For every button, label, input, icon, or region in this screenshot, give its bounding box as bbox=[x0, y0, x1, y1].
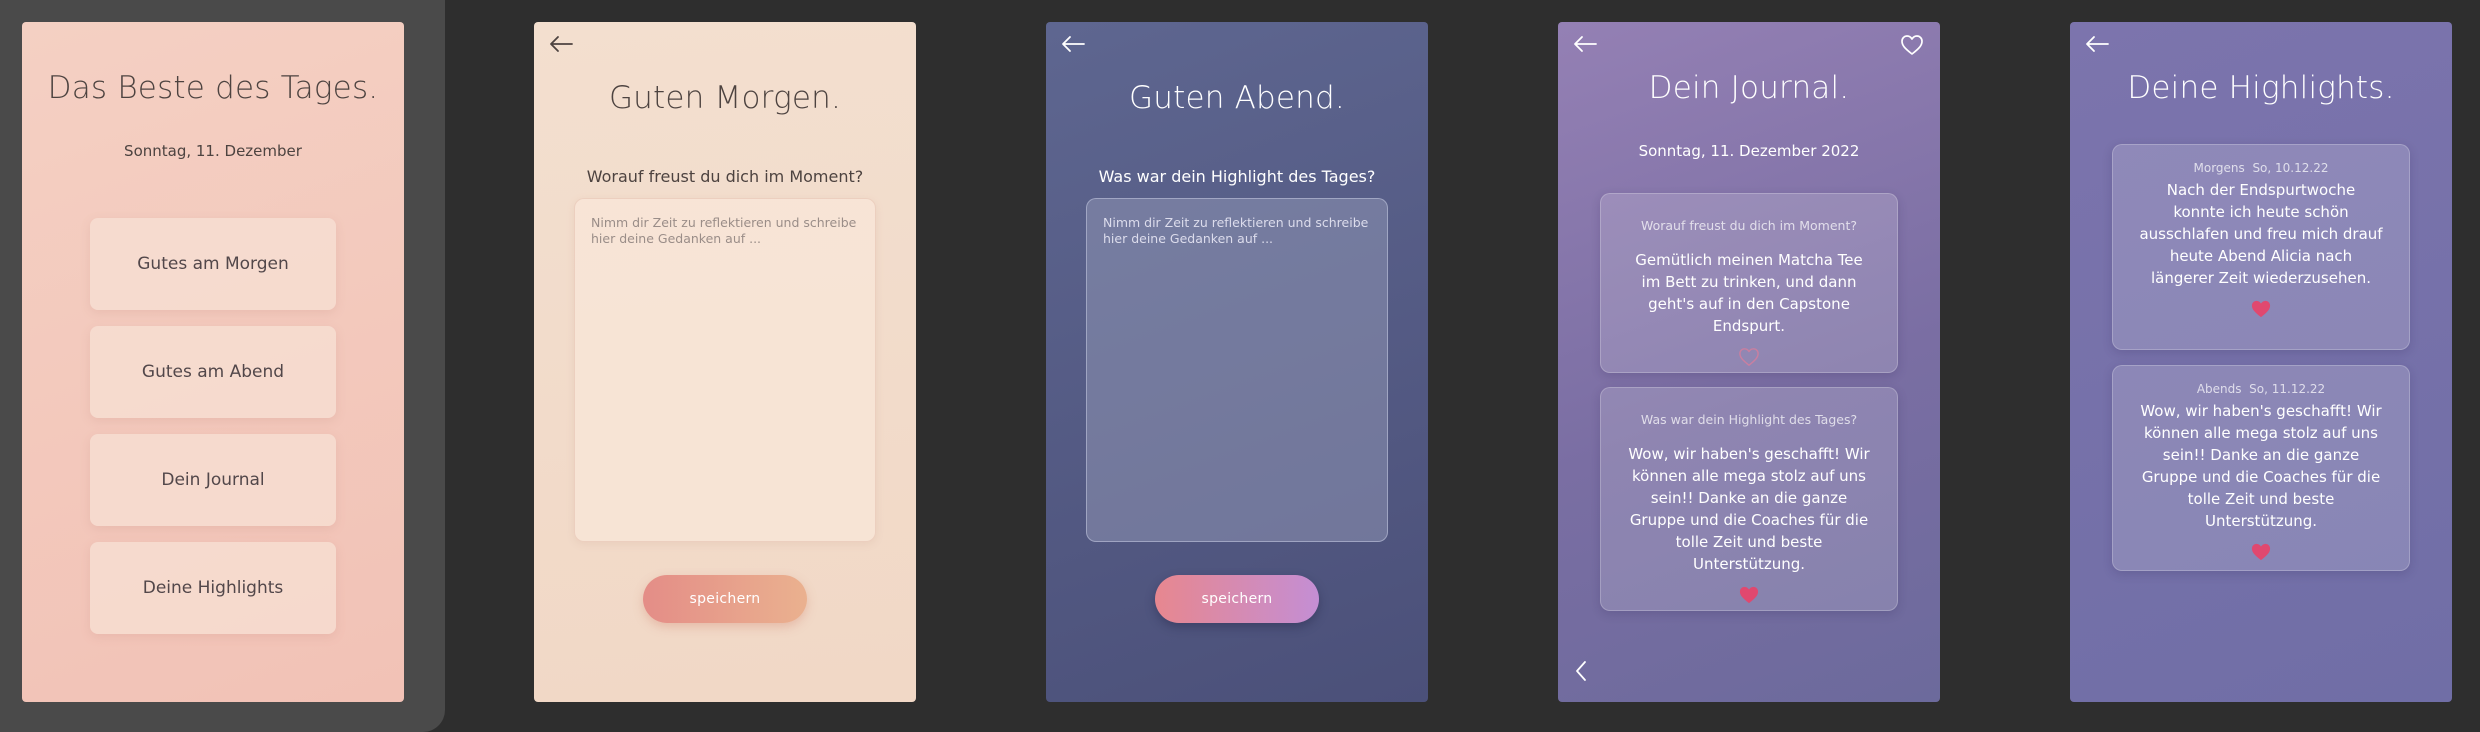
chevron-left-icon[interactable] bbox=[1574, 660, 1588, 682]
arrow-left-icon[interactable] bbox=[548, 34, 574, 54]
heart-filled-icon[interactable] bbox=[1738, 585, 1760, 609]
arrow-left-icon[interactable] bbox=[1572, 34, 1598, 54]
heart-outline-icon[interactable] bbox=[1900, 34, 1924, 56]
heart-filled-icon[interactable] bbox=[2250, 542, 2272, 566]
journal-entry-card: Worauf freust du dich im Moment? Gemütli… bbox=[1600, 193, 1898, 373]
arrow-left-icon[interactable] bbox=[2084, 34, 2110, 54]
home-screen: Das Beste des Tages. Sonntag, 11. Dezemb… bbox=[22, 22, 404, 702]
entry-text: Wow, wir haben's geschafft! Wir können a… bbox=[1628, 445, 1870, 573]
question-label: Was war dein Highlight des Tages? bbox=[1098, 167, 1376, 186]
page-title: Dein Journal. bbox=[1648, 70, 1850, 106]
page-title: Deine Highlights. bbox=[2127, 70, 2395, 106]
evening-screen: Guten Abend. Was war dein Highlight des … bbox=[1046, 22, 1428, 702]
date-label: Sonntag, 11. Dezember 2022 bbox=[1638, 142, 1860, 160]
arrow-left-icon[interactable] bbox=[1060, 34, 1086, 54]
highlight-meta: Abends So, 11.12.22 bbox=[2113, 382, 2409, 396]
heart-outline-icon[interactable] bbox=[1738, 347, 1760, 371]
page-title: Das Beste des Tages. bbox=[47, 70, 379, 106]
highlight-label: Abends bbox=[2196, 382, 2242, 396]
heart-filled-icon[interactable] bbox=[2250, 299, 2272, 323]
save-button[interactable]: speichern bbox=[1155, 575, 1319, 623]
highlight-card: Abends So, 11.12.22 Wow, wir haben's ges… bbox=[2112, 365, 2410, 571]
highlight-meta: Morgens So, 10.12.22 bbox=[2113, 161, 2409, 175]
highlight-text: Wow, wir haben's geschafft! Wir können a… bbox=[2140, 402, 2382, 530]
highlights-screen: Deine Highlights. Morgens So, 10.12.22 N… bbox=[2070, 22, 2452, 702]
menu-button-dein-journal[interactable]: Dein Journal bbox=[90, 434, 336, 526]
journal-textarea[interactable] bbox=[1086, 198, 1388, 542]
page-title: Guten Morgen. bbox=[608, 80, 842, 116]
highlight-label: Morgens bbox=[2193, 161, 2245, 175]
entry-question: Was war dein Highlight des Tages? bbox=[1640, 412, 1858, 427]
entry-question: Worauf freust du dich im Moment? bbox=[1640, 218, 1858, 233]
save-button[interactable]: speichern bbox=[643, 575, 807, 623]
journal-entry-card: Was war dein Highlight des Tages? Wow, w… bbox=[1600, 387, 1898, 611]
menu-button-gutes-am-morgen[interactable]: Gutes am Morgen bbox=[90, 218, 336, 310]
highlight-text: Nach der Endspurtwoche konnte ich heute … bbox=[2139, 181, 2383, 287]
journal-screen: Dein Journal. Sonntag, 11. Dezember 2022… bbox=[1558, 22, 1940, 702]
menu-button-deine-highlights[interactable]: Deine Highlights bbox=[90, 542, 336, 634]
date-label: Sonntag, 11. Dezember bbox=[124, 142, 302, 160]
highlight-date: So, 10.12.22 bbox=[2252, 161, 2329, 175]
question-label: Worauf freust du dich im Moment? bbox=[586, 167, 864, 186]
highlight-date: So, 11.12.22 bbox=[2249, 382, 2326, 396]
page-title: Guten Abend. bbox=[1129, 80, 1345, 116]
journal-textarea[interactable] bbox=[574, 198, 876, 542]
entry-text: Gemütlich meinen Matcha Tee im Bett zu t… bbox=[1635, 251, 1863, 335]
highlight-card: Morgens So, 10.12.22 Nach der Endspurtwo… bbox=[2112, 144, 2410, 350]
menu-button-gutes-am-abend[interactable]: Gutes am Abend bbox=[90, 326, 336, 418]
morning-screen: Guten Morgen. Worauf freust du dich im M… bbox=[534, 22, 916, 702]
